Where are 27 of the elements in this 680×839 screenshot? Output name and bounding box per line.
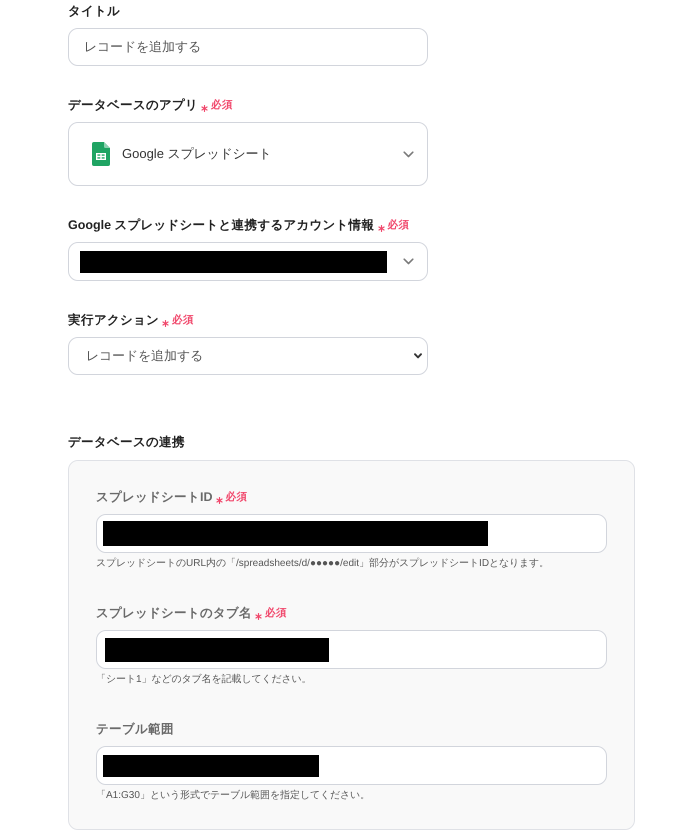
chevron-down-icon [414, 353, 422, 359]
app-dropdown[interactable]: Google スプレッドシート [68, 122, 428, 186]
field-label: タイトル [68, 3, 120, 20]
field-label: データベースのアプリ [68, 97, 198, 114]
text-input[interactable] [96, 514, 607, 553]
text-input[interactable] [96, 746, 607, 785]
help-text: スプレッドシートのURL内の「/spreadsheets/d/●●●●●/edit」部分がスプレッドシートIDとなります。 [96, 557, 550, 571]
text-input[interactable] [96, 630, 607, 669]
required-label: 必須 [388, 218, 410, 232]
help-text: 「A1:G30」という形式でテーブル範囲を指定してください。 [96, 789, 371, 803]
chevron-down-icon [403, 258, 414, 265]
field-label: Google スプレッドシートと連携するアカウント情報 [68, 217, 375, 234]
section-heading: データベースの連携 [68, 434, 186, 451]
field-label: 実行アクション [68, 312, 159, 329]
field-label: スプレッドシートのタブ名 [96, 605, 252, 622]
field-label: スプレッドシートID [96, 489, 212, 506]
chevron-down-icon [403, 150, 414, 158]
required-label: 必須 [211, 98, 233, 112]
required-label: 必須 [265, 606, 287, 620]
account-dropdown[interactable] [68, 242, 428, 281]
field-label: テーブル範囲 [96, 721, 174, 738]
required-label: 必須 [226, 490, 248, 504]
spreadsheet-icon [92, 142, 110, 166]
action-dropdown[interactable]: レコードを追加する [68, 337, 428, 375]
required-label: 必須 [172, 313, 194, 327]
title-input[interactable]: レコードを追加する [68, 28, 428, 66]
help-text: 「シート1」などのタブ名を記載してください。 [96, 673, 313, 687]
